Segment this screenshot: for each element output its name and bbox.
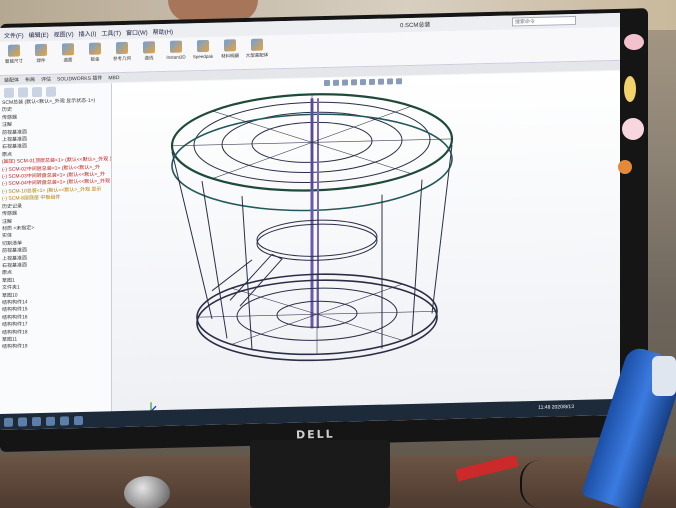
display-style-icon[interactable]	[369, 78, 375, 85]
ribbon-label: 大型装配体	[245, 52, 269, 58]
feature-manager-panel: SCM总装 (默认<默认>_外观 显示状态-1>) 历史 传感器 注解 前视基准面 上视基…	[0, 83, 112, 416]
browser-icon[interactable]	[32, 416, 41, 426]
ribbon-button[interactable]: 参考几何	[110, 41, 134, 70]
appearance-icon[interactable]	[46, 86, 56, 97]
ribbon-button[interactable]: 材料明细	[218, 39, 242, 67]
ribbon-button[interactable]: Speedpak	[191, 39, 215, 68]
menu-file[interactable]: 文件(F)	[4, 30, 24, 39]
ribbon-label: 曲线	[144, 55, 154, 61]
section-view-icon[interactable]	[351, 79, 357, 86]
ribbon-label: 焊件	[36, 57, 46, 64]
menu-insert[interactable]: 插入(I)	[79, 28, 97, 37]
bom-icon	[224, 39, 236, 52]
zoom-area-icon[interactable]	[333, 79, 339, 86]
photo-scene: 文件(F) 编辑(E) 视图(V) 插入(I) 工具(T) 窗口(W) 帮助(H…	[0, 0, 676, 508]
config-icon[interactable]	[32, 86, 42, 98]
weldment-icon	[35, 43, 47, 57]
menu-help[interactable]: 帮助(H)	[153, 26, 173, 35]
menu-window[interactable]: 窗口(W)	[126, 27, 148, 37]
tab-assembly[interactable]: 装配体	[4, 77, 19, 84]
previous-view-icon[interactable]	[342, 79, 348, 86]
ribbon-button[interactable]: 曲面	[56, 43, 80, 71]
reference-geometry-icon	[116, 41, 128, 55]
ribbon-button[interactable]: 钣金	[83, 42, 107, 70]
large-assembly-icon	[251, 38, 263, 51]
app-icon[interactable]	[74, 415, 83, 425]
ribbon-label: Speedpak	[192, 53, 214, 60]
ribbon-label: 钣金	[90, 56, 100, 62]
ribbon-label: 智能尺寸	[5, 58, 23, 64]
wireframe-model	[170, 93, 454, 362]
ribbon-button[interactable]: 曲线	[137, 41, 161, 69]
ribbon-button[interactable]: 智能尺寸	[2, 44, 26, 72]
feature-tree-icon[interactable]	[4, 87, 14, 98]
sheetmetal-icon	[89, 42, 101, 55]
zoom-fit-icon[interactable]	[324, 79, 330, 87]
bottle-cap	[652, 356, 676, 396]
clock-date: 2020/8/13	[551, 403, 574, 411]
speedpak-icon	[197, 39, 209, 53]
document-title: 0.SCM总装	[400, 22, 431, 30]
menu-edit[interactable]: 编辑(E)	[29, 29, 49, 38]
beads-sticker	[624, 76, 636, 102]
ribbon-label: 材料明细	[221, 53, 239, 59]
search-input[interactable]: 搜索命令	[512, 15, 576, 27]
tab-mbd[interactable]: MBD	[108, 75, 119, 81]
ribbon-label: Instant3D	[166, 54, 186, 60]
tab-evaluate[interactable]: 评估	[41, 76, 51, 83]
clock-time: 11:48	[538, 404, 551, 411]
folder-icon[interactable]	[46, 416, 55, 426]
ribbon-button[interactable]: 大型装配体	[245, 38, 269, 66]
tab-addins[interactable]: SOLIDWORKS 插件	[57, 74, 102, 82]
pink-sticker	[624, 34, 644, 50]
ribbon-button[interactable]: 焊件	[29, 43, 53, 72]
solidworks-taskbar-icon[interactable]	[60, 415, 69, 426]
curve-icon	[143, 41, 155, 54]
appearance-edit-icon[interactable]	[387, 78, 393, 85]
round-sticker	[618, 160, 632, 174]
hide-show-icon[interactable]	[378, 78, 384, 85]
metal-knob	[124, 476, 170, 508]
ribbon-button[interactable]: Instant3D	[164, 40, 188, 68]
property-icon[interactable]	[18, 87, 28, 98]
surface-icon	[62, 43, 74, 56]
search-taskbar-icon[interactable]	[18, 416, 27, 427]
graphics-viewport[interactable]	[112, 70, 620, 414]
start-icon[interactable]	[4, 417, 13, 427]
monitor-screen: 文件(F) 编辑(E) 视图(V) 插入(I) 工具(T) 窗口(W) 帮助(H…	[0, 12, 620, 430]
menu-view[interactable]: 视图(V)	[54, 29, 74, 38]
monitor-stand	[250, 440, 390, 508]
flower-sticker	[622, 118, 644, 140]
menu-tools[interactable]: 工具(T)	[101, 28, 121, 37]
ribbon-label: 参考几何	[113, 55, 131, 62]
dimension-icon	[8, 44, 20, 57]
tab-layout[interactable]: 布局	[25, 76, 35, 83]
cable	[520, 460, 560, 508]
instant3d-icon	[170, 40, 182, 53]
taskbar-clock: 11:48 2020/8/13	[538, 404, 574, 411]
feature-tree: SCM总装 (默认<默认>_外观 显示状态-1>) 历史 传感器 注解 前视基准面 上视基…	[0, 97, 111, 352]
scene-icon[interactable]	[396, 78, 402, 85]
tree-item[interactable]: 结构构件19	[2, 342, 111, 352]
ribbon-label: 曲面	[63, 57, 73, 63]
view-orientation-icon[interactable]	[360, 79, 366, 86]
